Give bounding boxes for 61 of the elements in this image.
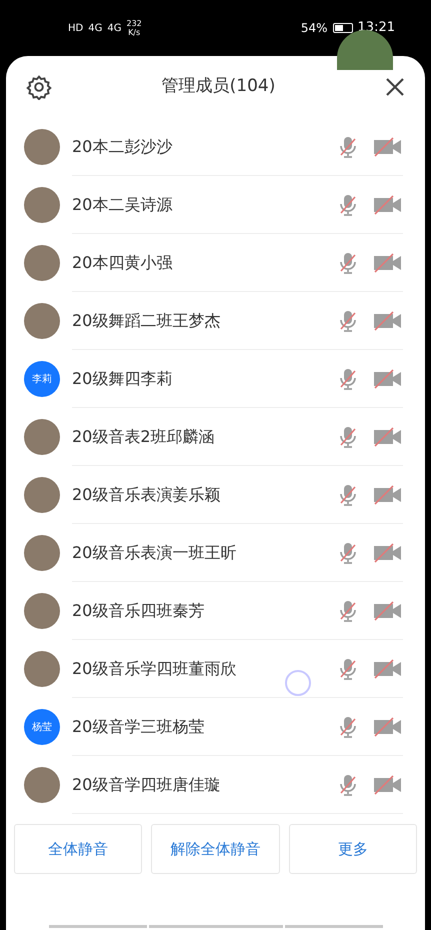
camera-off-icon[interactable] — [373, 658, 403, 678]
muted-microphone-icon[interactable] — [337, 134, 359, 158]
member-name: 20级音学四班唐佳璇 — [72, 774, 222, 796]
avatar-photo-placeholder — [24, 129, 60, 165]
speed-value: 232 — [126, 19, 142, 28]
dialog-title: 管理成员(104) — [160, 75, 276, 98]
muted-microphone-icon[interactable] — [337, 250, 359, 274]
battery-percentage: 54% — [300, 20, 328, 37]
camera-off-icon[interactable] — [373, 542, 403, 562]
member-name: 20级舞四李莉 — [72, 368, 174, 390]
avatar-photo-placeholder — [24, 651, 60, 687]
avatar-photo-placeholder — [24, 303, 60, 339]
member-name: 20级音乐学四班董雨欣 — [72, 658, 238, 680]
avatar-photo-placeholder — [24, 477, 60, 513]
action-button[interactable]: 解除全体静音 — [151, 824, 280, 874]
avatar-photo-placeholder — [24, 245, 60, 281]
network-label: 4G — [88, 22, 102, 36]
muted-microphone-icon[interactable] — [337, 366, 359, 390]
camera-off-icon[interactable] — [373, 774, 403, 794]
camera-off-icon[interactable] — [373, 310, 403, 330]
avatar-photo-placeholder — [24, 593, 60, 629]
member-name: 20级音学三班杨莹 — [72, 716, 206, 738]
muted-microphone-icon[interactable] — [337, 192, 359, 216]
member-name: 20本二吴诗源 — [72, 194, 174, 216]
muted-microphone-icon[interactable] — [337, 308, 359, 332]
muted-microphone-icon[interactable] — [337, 540, 359, 564]
camera-off-icon[interactable] — [373, 716, 403, 736]
avatar-photo-placeholder — [24, 187, 60, 223]
camera-off-icon[interactable] — [373, 368, 403, 388]
camera-off-icon[interactable] — [373, 252, 403, 272]
camera-off-icon[interactable] — [373, 426, 403, 446]
member-name: 20级音乐表演姜乐颖 — [72, 484, 222, 506]
speed-unit: K/s — [128, 28, 140, 37]
battery-icon — [332, 23, 353, 33]
network-label: 4G — [107, 22, 122, 36]
settings-icon[interactable] — [26, 74, 52, 100]
member-name: 20级音乐表演一班王昕 — [72, 542, 238, 564]
floating-video-thumbnail[interactable] — [337, 30, 393, 70]
member-name: 20级舞蹈二班王梦杰 — [72, 310, 222, 332]
camera-off-icon[interactable] — [373, 600, 403, 620]
member-name: 20级音乐四班秦芳 — [72, 600, 206, 622]
camera-off-icon[interactable] — [373, 136, 403, 156]
muted-microphone-icon[interactable] — [337, 772, 359, 796]
member-name: 20级音表2班邱麟涵 — [72, 426, 216, 448]
muted-microphone-icon[interactable] — [337, 598, 359, 622]
camera-off-icon[interactable] — [373, 194, 403, 214]
avatar-photo-placeholder — [24, 767, 60, 803]
network-label: HD — [68, 22, 84, 36]
camera-off-icon[interactable] — [373, 484, 403, 504]
close-icon[interactable] — [385, 77, 405, 97]
muted-microphone-icon[interactable] — [337, 482, 359, 506]
avatar-photo-placeholder — [24, 419, 60, 455]
muted-microphone-icon[interactable] — [337, 656, 359, 680]
avatar-photo-placeholder — [24, 535, 60, 571]
muted-microphone-icon[interactable] — [337, 714, 359, 738]
muted-microphone-icon[interactable] — [337, 424, 359, 448]
action-button[interactable]: 更多 — [288, 824, 417, 874]
action-button[interactable]: 全体静音 — [14, 824, 142, 874]
member-name: 20本四黄小强 — [72, 252, 174, 274]
member-name: 20本二彭沙沙 — [72, 136, 174, 158]
clock-time: 13:21 — [358, 19, 395, 38]
